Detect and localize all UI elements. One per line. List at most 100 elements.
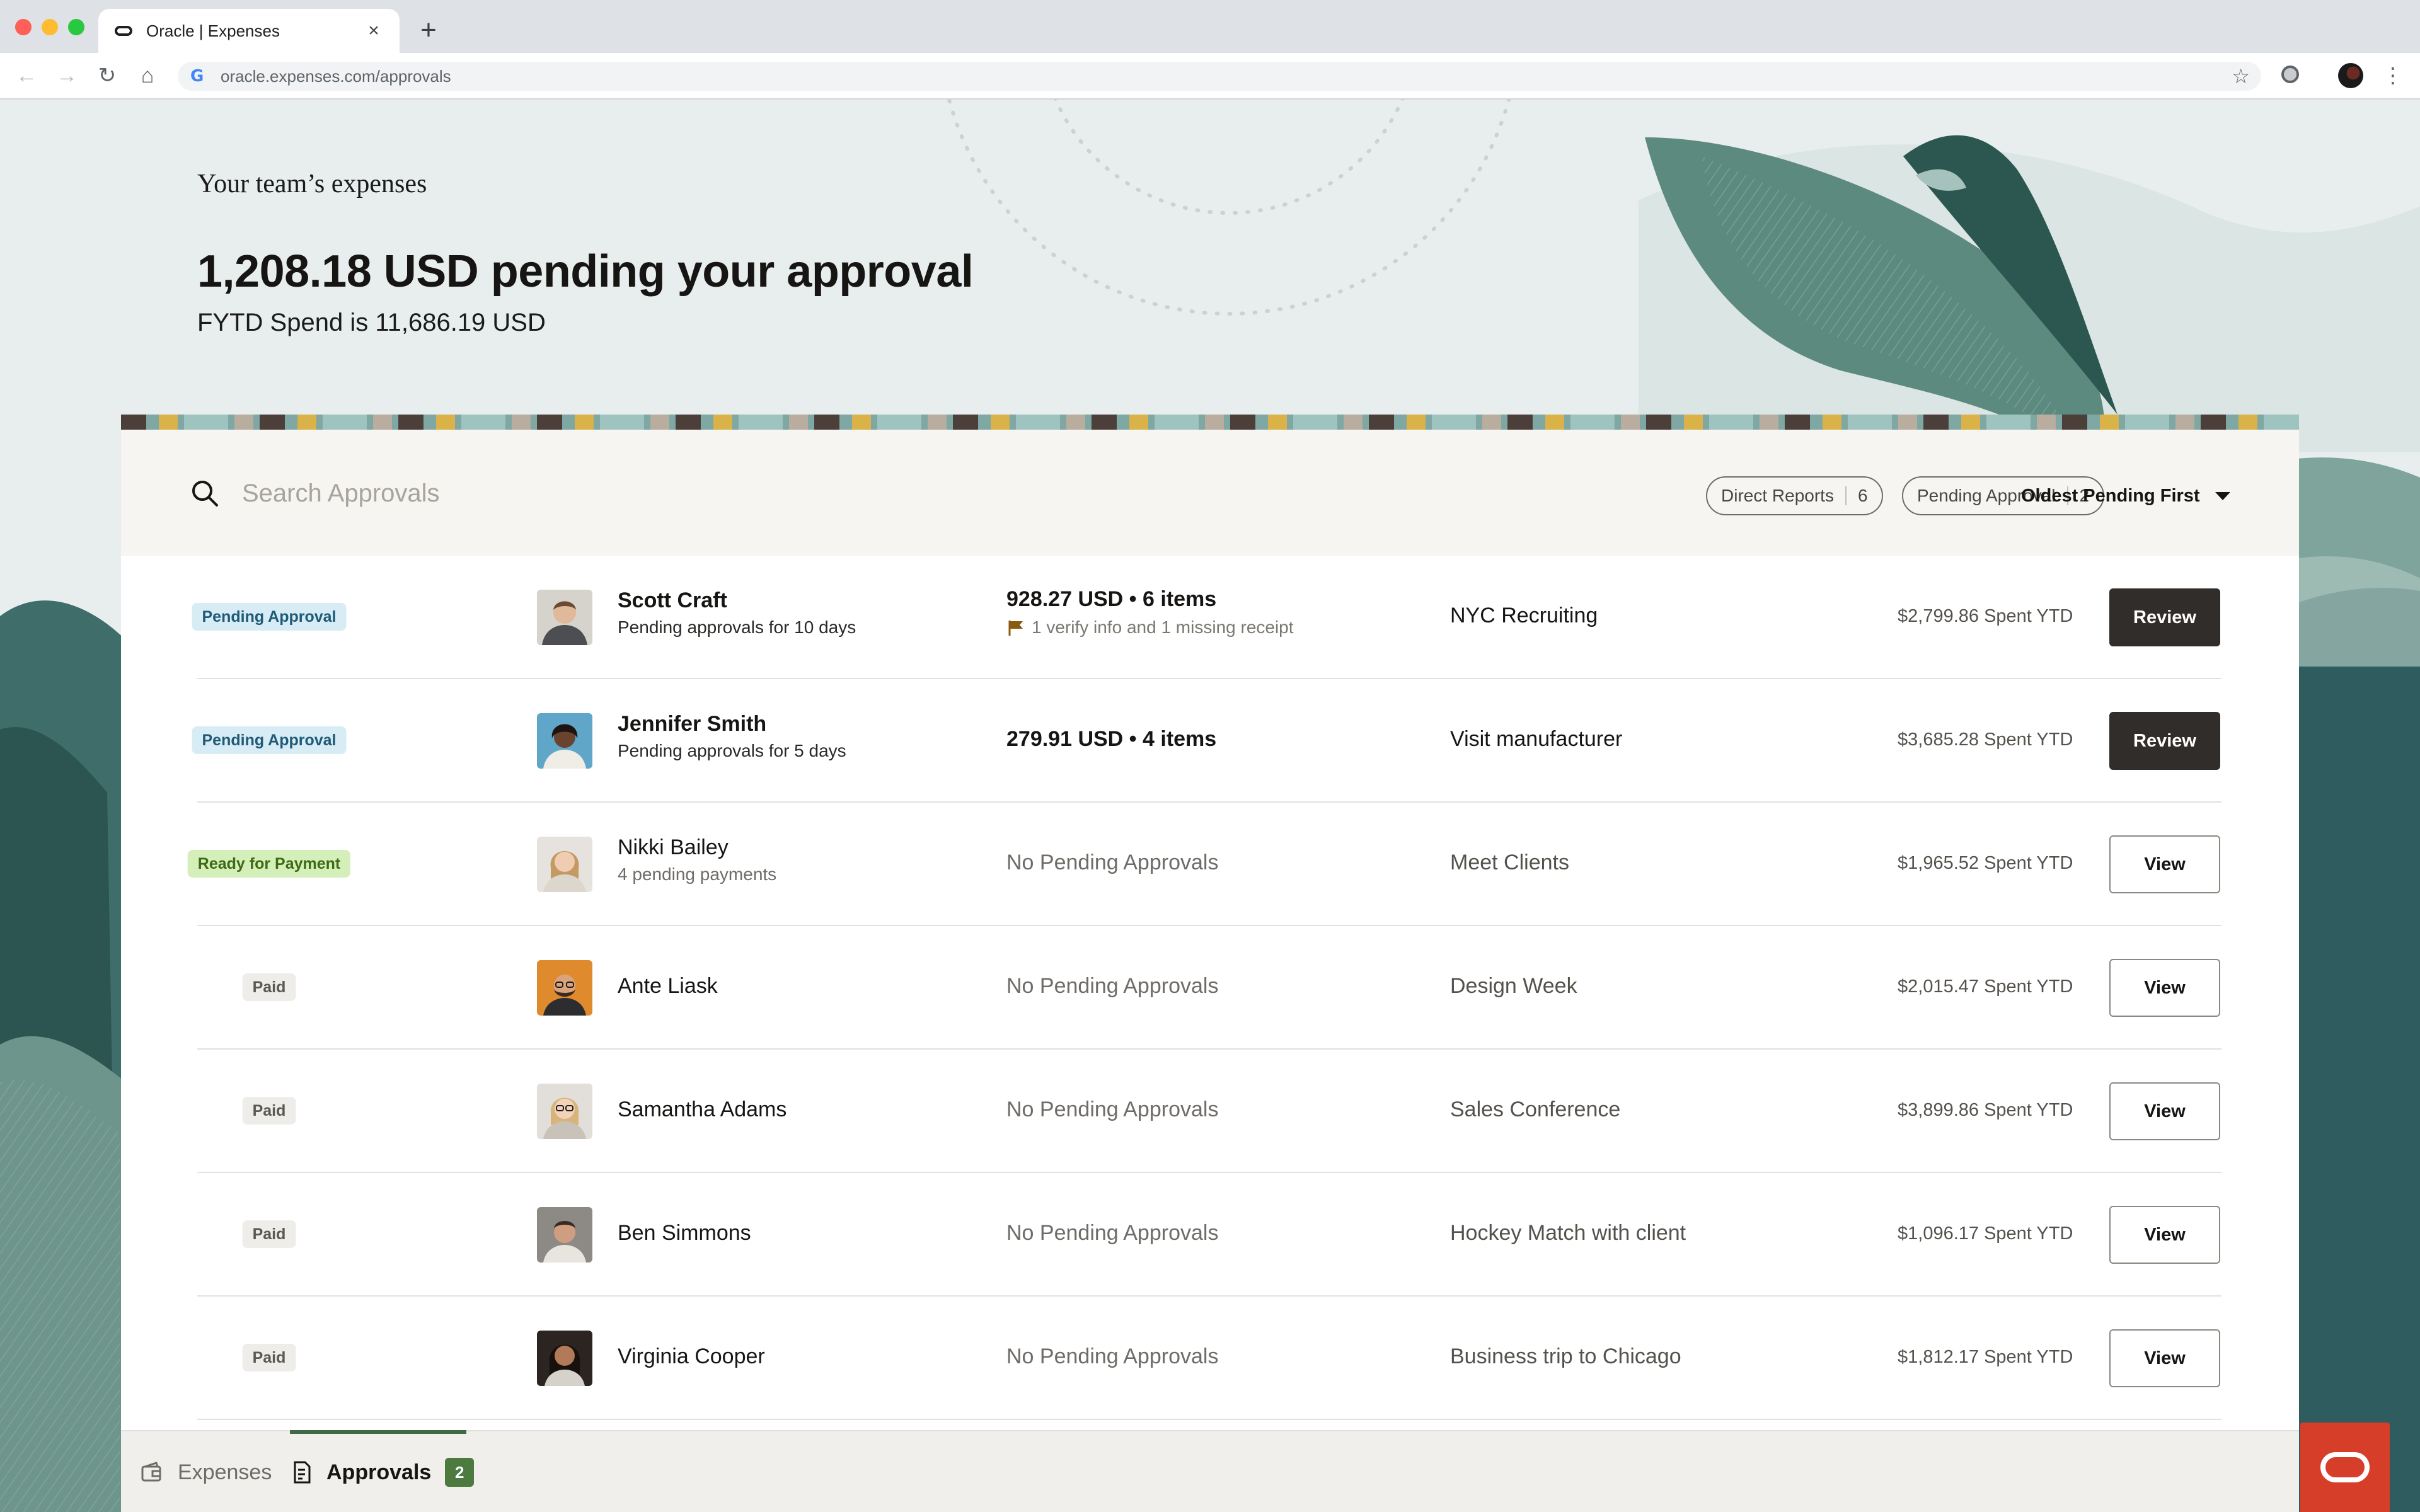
employee-name: Virginia Cooper — [618, 1344, 765, 1368]
new-tab-button[interactable]: + — [416, 14, 441, 47]
trip-name: Visit manufacturer — [1450, 727, 1623, 751]
chip-count: 6 — [1857, 486, 1868, 505]
avatar — [537, 837, 592, 892]
tab-approvals-label: Approvals — [326, 1460, 432, 1484]
table-row[interactable]: Paid Virginia Cooper No Pending Approval… — [197, 1297, 2221, 1420]
trip-name: Design Week — [1450, 974, 1577, 998]
avatar — [537, 590, 592, 645]
spent-ytd: $1,965.52 Spent YTD — [1898, 853, 2073, 873]
pending-amount: No Pending Approvals — [1006, 1221, 1219, 1245]
url-text: oracle.expenses.com/approvals — [221, 66, 451, 86]
minimize-window-button[interactable] — [42, 19, 58, 35]
trip-name: Meet Clients — [1450, 850, 1569, 874]
caret-down-icon — [2215, 491, 2230, 500]
status-badge: Paid — [242, 1097, 296, 1125]
oracle-logo-icon — [2320, 1452, 2370, 1482]
employee-name: Jennifer Smith — [618, 712, 767, 736]
avatar — [537, 1331, 592, 1386]
review-button[interactable]: Review — [2109, 712, 2220, 770]
sort-dropdown[interactable]: Oldest Pending First — [2021, 476, 2230, 515]
browser-menu-icon[interactable]: ⋮ — [2382, 62, 2404, 89]
status-badge: Paid — [242, 1344, 296, 1372]
spent-ytd: $3,685.28 Spent YTD — [1898, 730, 2073, 750]
status-badge: Paid — [242, 1220, 296, 1248]
back-icon[interactable]: ← — [13, 62, 40, 89]
tab-expenses[interactable]: Expenses — [140, 1431, 272, 1512]
browser-toolbar: ← → ↻ ⌂ G oracle.expenses.com/approvals … — [0, 53, 2420, 100]
maximize-window-button[interactable] — [68, 19, 84, 35]
document-check-icon — [294, 1461, 311, 1484]
tab-expenses-label: Expenses — [178, 1460, 272, 1484]
search-bar: Direct Reports 6 Pending Approval 2 Olde… — [121, 430, 2299, 556]
tab-strip: Oracle | Expenses × + — [0, 0, 2420, 53]
avatar — [537, 1207, 592, 1263]
tab-approvals[interactable]: Approvals 2 — [290, 1431, 475, 1512]
table-row[interactable]: Paid Ante Liask No Pending Approvals Des… — [197, 926, 2221, 1050]
avatar — [537, 1084, 592, 1139]
table-row[interactable]: Ready for Payment Nikki Bailey 4 pending… — [187, 803, 2221, 926]
avatar — [537, 960, 592, 1016]
oracle-assistant-button[interactable] — [2300, 1423, 2390, 1512]
search-input[interactable] — [241, 474, 934, 513]
home-icon[interactable]: ⌂ — [134, 62, 161, 89]
view-button[interactable]: View — [2109, 959, 2220, 1017]
pending-amount: No Pending Approvals — [1006, 974, 1219, 998]
employee-name: Scott Craft — [618, 588, 727, 612]
flag-icon — [1008, 621, 1023, 636]
pending-amount: 279.91 USD • 4 items — [1006, 727, 1217, 751]
direct-reports-filter-chip[interactable]: Direct Reports 6 — [1706, 476, 1883, 515]
employee-name: Ben Simmons — [618, 1221, 751, 1245]
avatar — [537, 713, 592, 769]
page-title: 1,208.18 USD pending your approval — [197, 246, 974, 297]
review-button[interactable]: Review — [2109, 588, 2220, 646]
table-row[interactable]: Paid Samantha Adams No Pending Approvals… — [197, 1050, 2221, 1173]
pending-amount: No Pending Approvals — [1006, 1344, 1219, 1368]
status-badge: Ready for Payment — [187, 850, 351, 878]
sort-label: Oldest Pending First — [2021, 485, 2200, 506]
spent-ytd: $3,899.86 Spent YTD — [1898, 1100, 2073, 1120]
pending-amount: No Pending Approvals — [1006, 1097, 1219, 1121]
decorative-stripe — [121, 415, 2299, 430]
bottom-nav: Expenses Approvals 2 — [121, 1430, 2299, 1512]
close-window-button[interactable] — [15, 19, 32, 35]
browser-tab-active[interactable]: Oracle | Expenses × — [98, 9, 400, 53]
browser-chrome: Oracle | Expenses × + ← → ↻ ⌂ G oracle.e… — [0, 0, 2420, 100]
google-icon: G — [190, 67, 204, 86]
view-button[interactable]: View — [2109, 1329, 2220, 1387]
profile-avatar[interactable] — [2338, 63, 2363, 88]
employee-name: Samantha Adams — [618, 1097, 787, 1121]
table-row[interactable]: Paid Ben Simmons No Pending Approvals Ho… — [197, 1173, 2221, 1297]
search-icon — [192, 481, 218, 507]
forward-icon[interactable]: → — [53, 62, 81, 89]
chip-label: Direct Reports — [1721, 486, 1834, 505]
pending-note-text: 1 verify info and 1 missing receipt — [1032, 617, 1294, 637]
approvals-count-badge: 2 — [445, 1458, 475, 1487]
address-bar[interactable]: G oracle.expenses.com/approvals ☆ — [178, 62, 2261, 91]
extension-icon[interactable] — [2281, 66, 2299, 83]
trip-name: Sales Conference — [1450, 1097, 1621, 1121]
bookmark-star-icon[interactable]: ☆ — [2232, 62, 2250, 91]
hero-eyebrow: Your team’s expenses — [197, 169, 427, 198]
pending-note: 1 verify info and 1 missing receipt — [1006, 617, 1294, 638]
table-row[interactable]: Pending Approval Jennifer Smith Pending … — [192, 679, 2221, 803]
spent-ytd: $2,799.86 Spent YTD — [1898, 606, 2073, 626]
status-badge: Pending Approval — [192, 726, 347, 754]
employee-subtext: Pending approvals for 10 days — [618, 617, 856, 637]
pending-amount: No Pending Approvals — [1006, 850, 1219, 874]
close-tab-icon[interactable]: × — [364, 20, 383, 42]
trip-name: Hockey Match with client — [1450, 1221, 1686, 1245]
reload-icon[interactable]: ↻ — [93, 62, 121, 89]
tab-title: Oracle | Expenses — [146, 21, 280, 40]
table-row[interactable]: Pending Approval Scott Craft Pending app… — [192, 556, 2221, 679]
view-button[interactable]: View — [2109, 1206, 2220, 1264]
page: Your team’s expenses 1,208.18 USD pendin… — [0, 100, 2420, 1512]
status-badge: Pending Approval — [192, 603, 347, 631]
view-button[interactable]: View — [2109, 835, 2220, 893]
status-badge: Paid — [242, 973, 296, 1001]
spent-ytd: $2,015.47 Spent YTD — [1898, 976, 2073, 997]
spent-ytd: $1,812.17 Spent YTD — [1898, 1347, 2073, 1367]
view-button[interactable]: View — [2109, 1082, 2220, 1140]
trip-name: Business trip to Chicago — [1450, 1344, 1681, 1368]
spent-ytd: $1,096.17 Spent YTD — [1898, 1223, 2073, 1244]
wallet-icon — [141, 1462, 161, 1482]
